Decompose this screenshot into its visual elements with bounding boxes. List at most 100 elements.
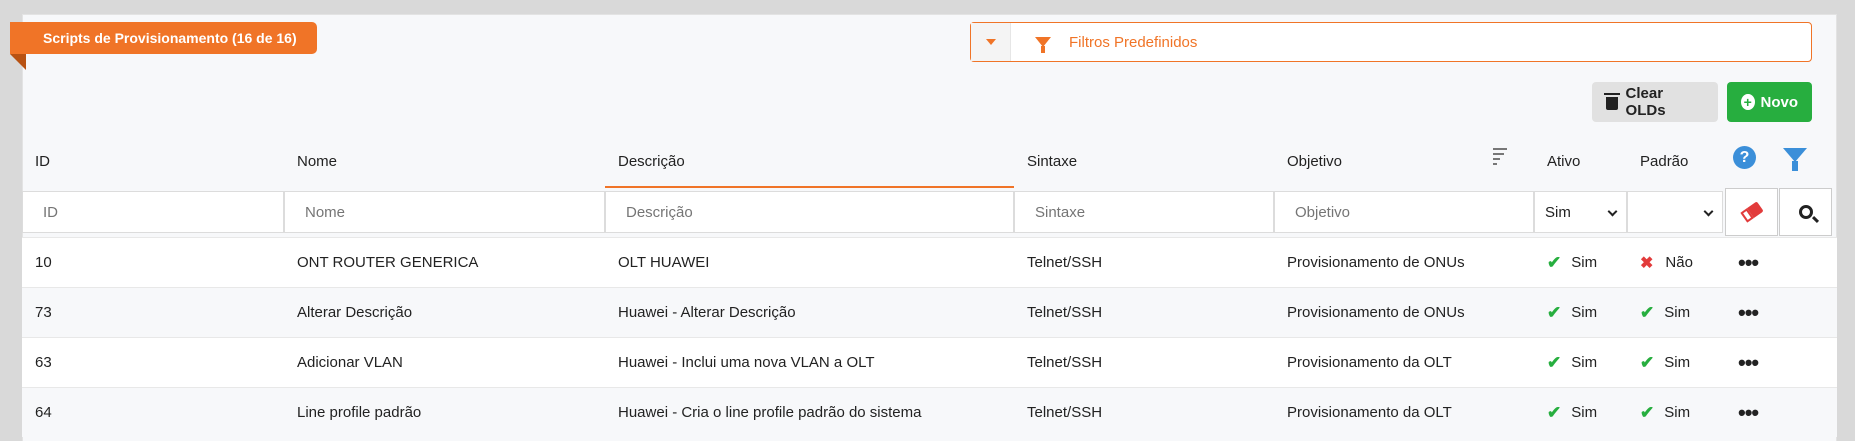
new-button[interactable]: + Novo	[1727, 82, 1812, 122]
cell-nome: Line profile padrão	[284, 388, 605, 437]
sort-icon[interactable]	[1493, 148, 1507, 168]
cell-descricao: Huawei - Cria o line profile padrão do s…	[605, 388, 1014, 437]
check-icon: ✔	[1547, 352, 1562, 372]
column-header-sintaxe-label: Sintaxe	[1027, 152, 1078, 170]
check-icon: ✔	[1640, 302, 1655, 322]
filter-nome-input[interactable]	[284, 191, 605, 233]
chevron-down-icon	[1703, 206, 1714, 217]
table-filter-row: Sim	[22, 188, 1837, 236]
filter-dropdown-toggle[interactable]	[971, 23, 1011, 61]
cell-sintaxe: Telnet/SSH	[1014, 338, 1274, 387]
chevron-down-icon	[1607, 206, 1618, 217]
caret-down-icon	[985, 39, 996, 45]
cell-descricao-text: OLT HUAWEI	[618, 254, 710, 271]
check-icon: ✔	[1640, 352, 1655, 372]
x-icon: ✖	[1640, 254, 1654, 272]
cell-id: 73	[22, 288, 284, 337]
cell-padrao-text: Sim	[1664, 354, 1691, 371]
cell-nome-text: ONT ROUTER GENERICA	[297, 254, 479, 271]
cell-padrao: ✖ Não	[1627, 238, 1723, 287]
cell-nome: Adicionar VLAN	[284, 338, 605, 387]
column-header-id-label: ID	[35, 152, 50, 170]
check-icon: ✔	[1547, 252, 1562, 272]
cell-id: 63	[22, 338, 284, 387]
filter-descricao-input[interactable]	[605, 191, 1014, 233]
cell-objetivo: Provisionamento de ONUs	[1274, 238, 1534, 287]
cell-padrao: ✔ Sim	[1627, 388, 1723, 437]
cell-sintaxe-text: Telnet/SSH	[1027, 304, 1103, 321]
cell-objetivo: Provisionamento da OLT	[1274, 388, 1534, 437]
trash-icon	[1604, 93, 1620, 110]
page-title: Scripts de Provisionamento (16 de 16)	[10, 22, 317, 70]
row-actions: •••	[1725, 338, 1785, 387]
cell-ativo-text: Sim	[1571, 354, 1598, 371]
filter-ativo-select[interactable]: Sim	[1534, 191, 1627, 233]
column-header-id[interactable]: ID	[22, 136, 284, 186]
check-icon: ✔	[1547, 402, 1562, 422]
cell-objetivo-text: Provisionamento da OLT	[1287, 404, 1452, 421]
column-header-nome[interactable]: Nome	[284, 136, 605, 186]
cell-sintaxe: Telnet/SSH	[1014, 288, 1274, 337]
cell-sintaxe: Telnet/SSH	[1014, 238, 1274, 287]
filter-sintaxe-input[interactable]	[1014, 191, 1274, 233]
column-header-nome-label: Nome	[297, 152, 338, 170]
cell-ativo: ✔ Sim	[1534, 388, 1627, 437]
filter-id-input[interactable]	[22, 191, 284, 233]
filter-padrao-select[interactable]	[1627, 191, 1723, 233]
cell-sintaxe: Telnet/SSH	[1014, 388, 1274, 437]
clear-filters-button[interactable]	[1725, 188, 1778, 236]
cell-nome-text: Line profile padrão	[297, 404, 422, 421]
cell-padrao-text: Sim	[1664, 404, 1691, 421]
cell-padrao: ✔ Sim	[1627, 338, 1723, 387]
cell-padrao-text: Não	[1665, 254, 1693, 271]
cell-objetivo-text: Provisionamento da OLT	[1287, 354, 1452, 371]
predefined-filters-label: Filtros Predefinidos	[1069, 33, 1198, 51]
table-row[interactable]: 73 Alterar Descrição Huawei - Alterar Desc…	[22, 287, 1837, 337]
table-body: 10 ONT ROUTER GENERICA OLT HUAWEI Telnet/SS…	[22, 237, 1837, 437]
eraser-icon	[1739, 201, 1764, 223]
cell-id-text: 63	[35, 354, 52, 371]
table-row[interactable]: 10 ONT ROUTER GENERICA OLT HUAWEI Telnet/SS…	[22, 237, 1837, 287]
more-dots-icon[interactable]: •••	[1738, 250, 1759, 276]
column-header-objetivo-label: Objetivo	[1287, 152, 1343, 170]
cell-id-text: 73	[35, 304, 52, 321]
cell-descricao: Huawei - Inclui uma nova VLAN a OLT	[605, 338, 1014, 387]
cell-descricao-text: Huawei - Alterar Descrição	[618, 304, 796, 321]
cell-padrao: ✔ Sim	[1627, 288, 1723, 337]
cell-id-text: 10	[35, 254, 52, 271]
more-dots-icon[interactable]: •••	[1738, 400, 1759, 426]
cell-nome: Alterar Descrição	[284, 288, 605, 337]
more-dots-icon[interactable]: •••	[1738, 300, 1759, 326]
clear-olds-button[interactable]: Clear OLDs	[1592, 82, 1718, 122]
search-button[interactable]	[1779, 188, 1832, 236]
check-icon: ✔	[1547, 302, 1562, 322]
cell-sintaxe-text: Telnet/SSH	[1027, 354, 1103, 371]
column-header-descricao[interactable]: Descrição	[605, 136, 1014, 186]
new-button-label: Novo	[1760, 93, 1799, 111]
cell-ativo-text: Sim	[1571, 404, 1598, 421]
cell-descricao: Huawei - Alterar Descrição	[605, 288, 1014, 337]
more-dots-icon[interactable]: •••	[1738, 350, 1759, 376]
row-actions: •••	[1725, 238, 1785, 287]
column-header-padrao-label: Padrão	[1640, 152, 1689, 170]
column-header-padrao[interactable]: Padrão	[1627, 136, 1723, 186]
cell-ativo: ✔ Sim	[1534, 338, 1627, 387]
column-header-ativo-label: Ativo	[1547, 152, 1581, 170]
cell-nome: ONT ROUTER GENERICA	[284, 238, 605, 287]
table-row[interactable]: 63 Adicionar VLAN Huawei - Inclui uma nova…	[22, 337, 1837, 387]
cell-padrao-text: Sim	[1664, 304, 1691, 321]
table-row[interactable]: 64 Line profile padrão Huawei - Cria o lin…	[22, 387, 1837, 437]
predefined-filters-bar[interactable]: Filtros Predefinidos	[970, 22, 1812, 62]
table-header: ID Nome Descrição Sintaxe Objetivo Ativo…	[22, 136, 1837, 186]
check-icon: ✔	[1640, 402, 1655, 422]
page-title-text: Scripts de Provisionamento (16 de 16)	[43, 30, 297, 46]
column-filter-funnel-icon[interactable]	[1783, 148, 1807, 171]
filter-objetivo-input[interactable]	[1274, 191, 1534, 233]
column-header-sintaxe[interactable]: Sintaxe	[1014, 136, 1274, 186]
filter-ativo-value: Sim	[1545, 203, 1571, 221]
cell-objetivo-text: Provisionamento de ONUs	[1287, 254, 1465, 271]
cell-objetivo-text: Provisionamento de ONUs	[1287, 304, 1465, 321]
column-header-ativo[interactable]: Ativo	[1534, 136, 1627, 186]
question-circle-icon[interactable]: ?	[1733, 146, 1756, 169]
cell-id-text: 64	[35, 404, 52, 421]
